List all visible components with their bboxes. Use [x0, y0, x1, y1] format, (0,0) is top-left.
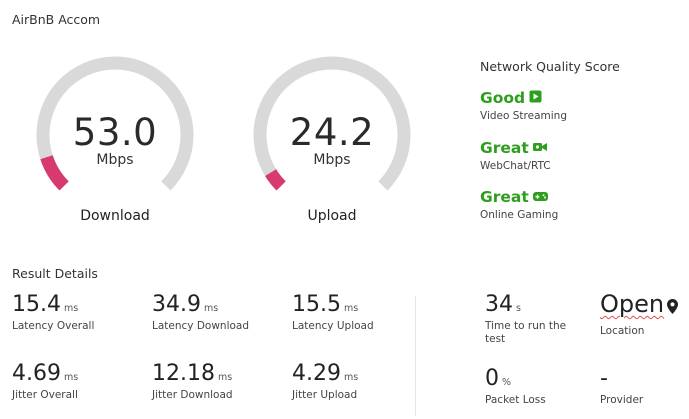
- metric-label: Latency Download: [152, 320, 250, 332]
- metric-value: 34: [485, 292, 513, 317]
- metric-location: Open Location: [600, 290, 679, 338]
- metric-packet-loss: 0% Packet Loss: [485, 366, 546, 407]
- map-pin-icon: [667, 292, 679, 320]
- metric-value: 15.5: [292, 292, 341, 317]
- metric-jitter-download: 12.18 ms Jitter Download: [152, 361, 233, 402]
- metric-unit: ms: [63, 372, 79, 383]
- metric-unit: ms: [343, 372, 359, 383]
- nq-grade: Great: [480, 139, 529, 157]
- nq-grade: Great: [480, 188, 529, 206]
- upload-value: 24.2: [289, 111, 375, 154]
- nq-desc: Video Streaming: [480, 110, 567, 122]
- upload-unit: Mbps: [313, 152, 351, 168]
- metric-label: Jitter Overall: [12, 389, 78, 401]
- download-unit: Mbps: [96, 152, 134, 168]
- nq-item-video-streaming: Good Video Streaming: [480, 89, 567, 122]
- page-title: AirBnB Accom: [12, 12, 101, 27]
- metric-label: Jitter Download: [152, 389, 233, 401]
- metric-label: Packet Loss: [485, 394, 546, 406]
- upload-gauge: 24.2 Mbps Upload: [252, 55, 412, 230]
- metric-value: 12.18: [152, 361, 215, 386]
- metric-unit: %: [502, 377, 512, 388]
- video-play-icon: [529, 89, 542, 107]
- nq-desc: WebChat/RTC: [480, 160, 551, 172]
- metric-latency-download: 34.9 ms Latency Download: [152, 292, 249, 333]
- metric-latency-upload: 15.5 ms Latency Upload: [292, 292, 374, 333]
- metric-value: 0: [485, 366, 499, 391]
- metric-label: Latency Overall: [12, 320, 95, 332]
- location-value: Open: [600, 290, 665, 318]
- nq-desc: Online Gaming: [480, 209, 559, 221]
- video-camera-icon: [532, 139, 547, 157]
- metric-label: Latency Upload: [292, 320, 374, 332]
- upload-gauge-fill: [265, 169, 286, 191]
- metric-jitter-upload: 4.29 ms Jitter Upload: [292, 361, 358, 402]
- results-divider: [415, 296, 416, 416]
- metric-value: 4.69: [12, 361, 61, 386]
- metric-latency-overall: 15.4 ms Latency Overall: [12, 292, 94, 333]
- metric-provider: - Provider: [600, 366, 643, 407]
- metric-jitter-overall: 4.69 ms Jitter Overall: [12, 361, 78, 402]
- metric-value: 4.29: [292, 361, 341, 386]
- nq-item-gaming: Great Online Gaming: [480, 188, 558, 221]
- network-quality-heading: Network Quality Score: [480, 59, 620, 74]
- metric-unit: s: [516, 303, 521, 314]
- nq-grade: Good: [480, 89, 526, 107]
- metric-value: 34.9: [152, 292, 201, 317]
- result-details-heading: Result Details: [12, 266, 98, 281]
- download-gauge: 53.0 Mbps Download: [35, 55, 195, 230]
- metric-unit: ms: [203, 303, 219, 314]
- metric-unit: ms: [217, 372, 233, 383]
- metric-time-to-run: 34 s Time to run the test: [485, 292, 575, 346]
- metric-value: -: [600, 366, 608, 391]
- download-value: 53.0: [72, 111, 158, 154]
- metric-unit: ms: [63, 303, 79, 314]
- metric-label: Time to run the test: [485, 320, 567, 345]
- metric-label: Location: [600, 325, 645, 337]
- nq-item-webchat: Great WebChat/RTC: [480, 139, 551, 172]
- metric-value: 15.4: [12, 292, 61, 317]
- metric-unit: ms: [343, 303, 359, 314]
- metric-label: Jitter Upload: [292, 389, 358, 401]
- download-label: Download: [80, 208, 150, 224]
- metric-label: Provider: [600, 394, 644, 406]
- upload-label: Upload: [307, 208, 357, 224]
- gamepad-icon: [532, 188, 548, 206]
